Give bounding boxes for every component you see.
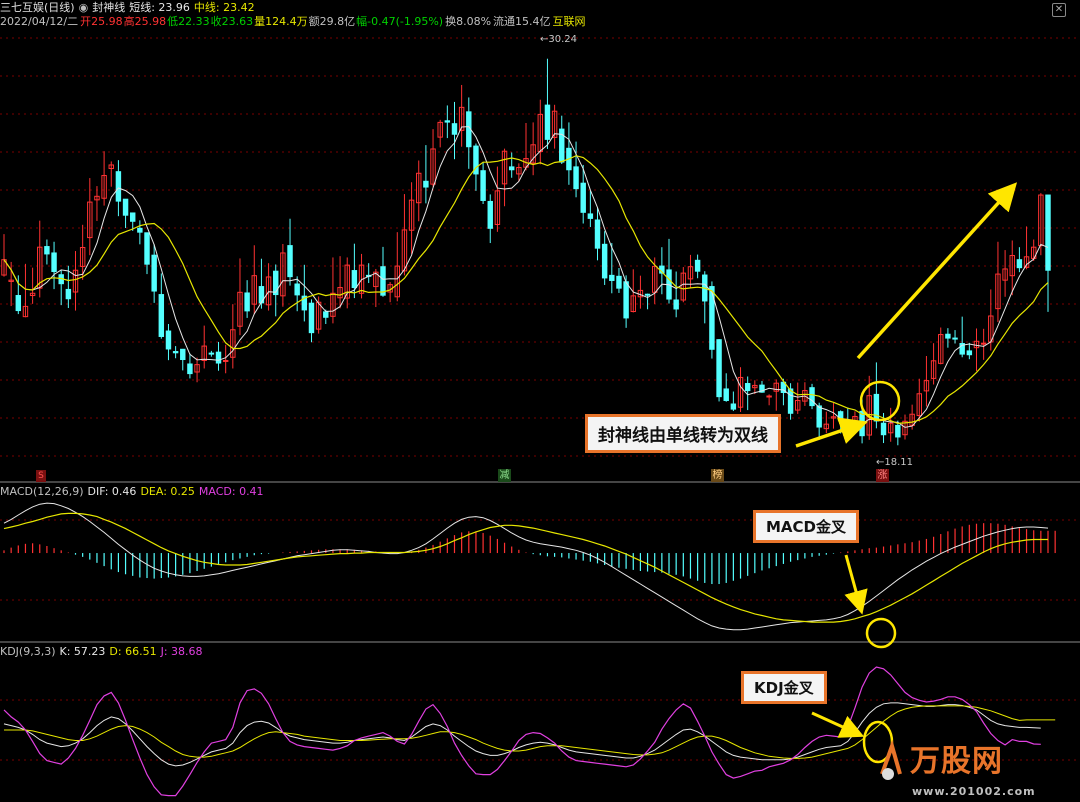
candle-body xyxy=(287,245,293,278)
candle-body xyxy=(644,293,651,296)
high-label: ←30.24 xyxy=(540,34,578,45)
watermark-brand: 万股网 xyxy=(910,744,1003,779)
candle-body xyxy=(244,292,250,312)
candle-body xyxy=(716,339,722,398)
candle-body xyxy=(766,395,772,398)
candle-body xyxy=(351,270,358,289)
candle-body xyxy=(895,424,901,438)
candle-body xyxy=(144,232,150,265)
candle-body xyxy=(587,213,594,219)
candle-body xyxy=(129,212,136,222)
candle-body xyxy=(151,254,157,292)
candle-body xyxy=(573,166,579,190)
candle-body xyxy=(451,123,458,135)
candle-body xyxy=(172,351,179,354)
candle-body xyxy=(673,299,679,310)
chart-svg xyxy=(0,37,1080,797)
candle-body xyxy=(730,403,737,410)
candle-body xyxy=(744,383,751,392)
candle-body xyxy=(580,182,586,213)
candle-body xyxy=(208,352,215,355)
macd-cross-circle xyxy=(865,617,897,649)
callout-arrow-macd xyxy=(844,554,868,615)
candle-body xyxy=(423,180,429,188)
candle-body xyxy=(816,405,822,428)
candle-body xyxy=(601,243,608,279)
short-line xyxy=(3,126,1049,428)
watermark-logo-icon xyxy=(878,739,904,780)
chart-stage: 三七互娱(日线) ◉ 封神线 短线: 23.96 中线: 23.42 ✕ 2022/04… xyxy=(0,0,1080,802)
candle-body xyxy=(222,359,229,362)
candle-body xyxy=(609,274,615,281)
watermark-url: www.201002.com xyxy=(912,785,1036,798)
candle-body xyxy=(723,388,729,401)
marker-s[interactable]: S xyxy=(36,470,46,482)
candle-body xyxy=(187,363,193,375)
marker-rise[interactable]: 涨 xyxy=(876,469,889,482)
candle-body xyxy=(980,342,987,345)
high-label-text: 30.24 xyxy=(548,34,578,45)
candle-body xyxy=(308,302,315,334)
low-label-text: 18.11 xyxy=(884,457,914,468)
candle-body xyxy=(180,348,186,361)
candle-body xyxy=(480,170,486,201)
dif-line xyxy=(3,502,1049,631)
marker-reduce[interactable]: 减 xyxy=(498,469,511,482)
callout-macd-cross: MACD金叉 xyxy=(753,510,859,543)
candle-body xyxy=(444,120,451,123)
candle-body xyxy=(137,227,143,233)
candle-body xyxy=(294,283,300,296)
candle-body xyxy=(44,246,50,255)
trend-arrow xyxy=(856,182,1018,360)
candle-body xyxy=(273,270,279,296)
candle-body xyxy=(487,200,493,229)
mid-line xyxy=(3,155,1049,425)
marker-list[interactable]: 榜 xyxy=(711,469,724,482)
candle-body xyxy=(158,294,165,337)
candle-body xyxy=(508,166,515,171)
annotation-layer xyxy=(795,182,1018,764)
candle-body xyxy=(1045,194,1051,271)
candle-body xyxy=(945,333,951,339)
candle-body xyxy=(809,387,815,407)
candle-body xyxy=(873,393,880,422)
candle-body xyxy=(880,422,887,436)
macd-panel xyxy=(3,502,1056,631)
candle-body xyxy=(51,252,57,273)
dea-line xyxy=(3,512,1048,623)
candle-body xyxy=(616,275,622,289)
candle-body xyxy=(215,351,222,364)
candle-body xyxy=(594,219,601,249)
low-label: ←18.11 xyxy=(876,457,914,468)
candle-body xyxy=(787,388,794,414)
candle-body xyxy=(952,337,958,340)
candle-body xyxy=(65,288,72,300)
candle-body xyxy=(165,330,172,350)
candle-body xyxy=(623,281,629,319)
candle-body xyxy=(115,171,122,202)
candle-body xyxy=(966,350,973,356)
candle-body xyxy=(544,104,551,140)
candle-body xyxy=(122,198,129,216)
candle-body xyxy=(1016,259,1023,269)
candle-body xyxy=(694,259,701,272)
candle-body xyxy=(15,295,22,312)
callout-kdj-cross: KDJ金叉 xyxy=(741,671,827,704)
callout-single-double: 封神线由单线转为双线 xyxy=(585,414,781,453)
candle-body xyxy=(323,311,329,318)
